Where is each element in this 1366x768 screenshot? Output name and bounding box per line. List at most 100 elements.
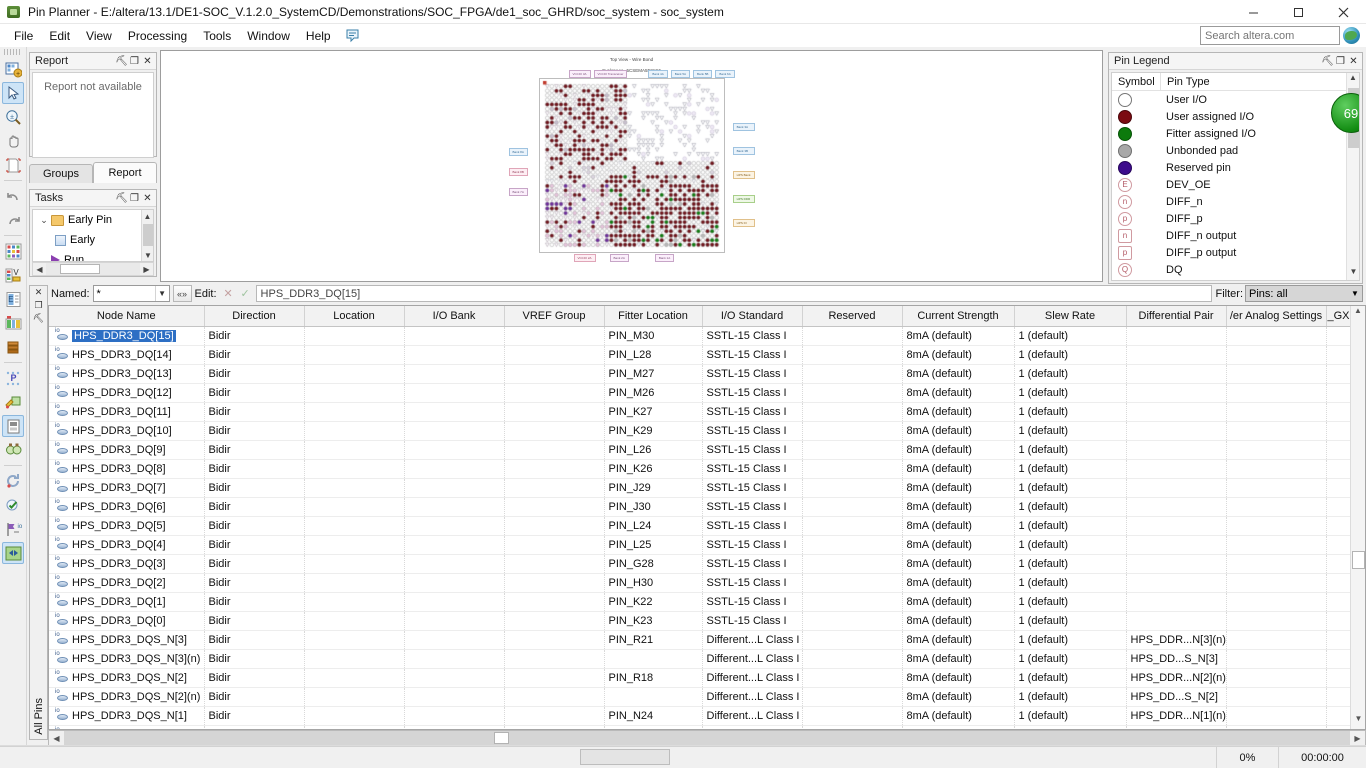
cell-direction[interactable]: Bidir [204, 497, 305, 517]
cell-differential-pair[interactable] [1126, 345, 1227, 365]
col-gxb-vcc[interactable]: _GXB/VCC [1326, 306, 1352, 327]
cell-reserved[interactable] [802, 611, 903, 631]
cell-analog-settings[interactable] [1226, 364, 1327, 384]
cell-io-bank[interactable] [404, 592, 505, 612]
cell-io-standard[interactable]: SSTL-15 Class I [702, 573, 803, 593]
tree-item-run[interactable]: Run [33, 250, 153, 261]
table-row[interactable]: io HPS_DDR3_DQS_N[1] Bidir PIN_N24 Different… [49, 706, 1352, 726]
col-fitter-location[interactable]: Fitter Location [604, 306, 703, 327]
scroll-left-icon[interactable]: ◀ [33, 265, 46, 274]
cell-vref-group[interactable] [504, 345, 605, 365]
cell-io-bank[interactable] [404, 497, 505, 517]
pin-icon[interactable]: ⛏ [115, 55, 128, 68]
edit-input[interactable]: HPS_DDR3_DQ[15] [255, 285, 1212, 302]
cell-differential-pair[interactable] [1126, 611, 1227, 631]
globe-icon[interactable] [1343, 27, 1360, 44]
scroll-down-icon[interactable]: ▼ [1351, 714, 1365, 729]
cell-analog-settings[interactable] [1226, 573, 1327, 593]
tree-item-early-pin[interactable]: ⌄ Early Pin [33, 210, 153, 230]
cell-differential-pair[interactable] [1126, 440, 1227, 460]
cell-location[interactable] [304, 516, 405, 536]
cell-vref-group[interactable] [504, 687, 605, 707]
cell-direction[interactable]: Bidir [204, 554, 305, 574]
cell-current-strength[interactable]: 8mA (default) [902, 440, 1015, 460]
pin-matrix-icon[interactable] [2, 240, 24, 262]
table-row[interactable]: io HPS_DDR3_DQ[4] Bidir PIN_L25 SSTL-15 Clas… [49, 535, 1352, 555]
cell-direction[interactable]: Bidir [204, 383, 305, 403]
cell-analog-settings[interactable] [1226, 706, 1327, 726]
table-row[interactable]: io HPS_DDR3_DQ[2] Bidir PIN_H30 SSTL-15 Clas… [49, 573, 1352, 593]
cell-direction[interactable]: Bidir [204, 440, 305, 460]
close-icon[interactable]: ✕ [35, 286, 43, 299]
cell-io-standard[interactable]: SSTL-15 Class I [702, 554, 803, 574]
cell-gxb-vcc[interactable] [1326, 706, 1352, 726]
cell-reserved[interactable] [802, 364, 903, 384]
cell-slew-rate[interactable]: 1 (default) [1014, 611, 1127, 631]
chevron-down-icon[interactable]: ▼ [154, 286, 169, 301]
menu-processing[interactable]: Processing [120, 26, 195, 46]
cell-current-strength[interactable]: 8mA (default) [902, 554, 1015, 574]
cell-io-bank[interactable] [404, 554, 505, 574]
cell-location[interactable] [304, 573, 405, 593]
cell-slew-rate[interactable]: 1 (default) [1014, 326, 1127, 346]
cell-io-bank[interactable] [404, 402, 505, 422]
cell-slew-rate[interactable]: 1 (default) [1014, 554, 1127, 574]
cell-reserved[interactable] [802, 516, 903, 536]
cell-gxb-vcc[interactable] [1326, 554, 1352, 574]
cell-analog-settings[interactable] [1226, 478, 1327, 498]
cell-analog-settings[interactable] [1226, 649, 1327, 669]
zoom-icon[interactable]: ± [2, 106, 24, 128]
restore-icon[interactable]: ❐ [34, 299, 42, 312]
cell-reserved[interactable] [802, 440, 903, 460]
cell-reserved[interactable] [802, 459, 903, 479]
swap-io-icon[interactable] [2, 542, 24, 564]
cell-slew-rate[interactable]: 1 (default) [1014, 440, 1127, 460]
cell-fitter-location[interactable]: PIN_L25 [604, 535, 703, 555]
cell-fitter-location[interactable] [604, 687, 703, 707]
cell-io-standard[interactable]: SSTL-15 Class I [702, 421, 803, 441]
close-icon[interactable]: ✕ [1347, 55, 1360, 68]
cell-current-strength[interactable]: 8mA (default) [902, 630, 1015, 650]
cell-differential-pair[interactable]: HPS_DD...S_N[3] [1126, 649, 1227, 669]
scroll-left-icon[interactable]: ◀ [49, 734, 64, 743]
cell-gxb-vcc[interactable] [1326, 516, 1352, 536]
cell-analog-settings[interactable] [1226, 516, 1327, 536]
edit-accept-icon[interactable]: ✓ [237, 286, 254, 302]
cell-direction[interactable]: Bidir [204, 326, 305, 346]
cell-io-standard[interactable]: SSTL-15 Class I [702, 326, 803, 346]
scroll-up-icon[interactable]: ▲ [1351, 306, 1365, 321]
cell-io-bank[interactable] [404, 535, 505, 555]
cell-analog-settings[interactable] [1226, 497, 1327, 517]
cell-current-strength[interactable]: 8mA (default) [902, 535, 1015, 555]
cell-analog-settings[interactable] [1226, 440, 1327, 460]
cell-vref-group[interactable] [504, 592, 605, 612]
col-analog-settings[interactable]: /er Analog Settings [1226, 306, 1327, 327]
cell-differential-pair[interactable] [1126, 364, 1227, 384]
table-row[interactable]: io HPS_DDR3_DQ[13] Bidir PIN_M27 SSTL-15 Cla… [49, 364, 1352, 384]
col-current-strength[interactable]: Current Strength [902, 306, 1015, 327]
scroll-thumb[interactable] [60, 264, 100, 274]
restore-icon[interactable]: ❐ [128, 55, 141, 68]
cell-node-name[interactable]: io HPS_DDR3_DQ[1] [49, 592, 205, 612]
fit-page-icon[interactable] [2, 154, 24, 176]
cell-io-bank[interactable] [404, 364, 505, 384]
cell-current-strength[interactable]: 8mA (default) [902, 573, 1015, 593]
cell-node-name[interactable]: io HPS_DDR3_DQ[7] [49, 478, 205, 498]
filter-combo[interactable]: Pins: all ▼ [1245, 285, 1363, 302]
cell-location[interactable] [304, 478, 405, 498]
table-row[interactable]: io HPS_DDR3_DQS_N[2] Bidir PIN_R18 Different… [49, 668, 1352, 688]
cell-io-standard[interactable]: Different...L Class I [702, 630, 803, 650]
scroll-right-icon[interactable]: ▶ [140, 265, 153, 274]
cell-location[interactable] [304, 440, 405, 460]
pin-icon[interactable]: ⛏ [33, 312, 44, 325]
cell-direction[interactable]: Bidir [204, 649, 305, 669]
cell-reserved[interactable] [802, 687, 903, 707]
cell-direction[interactable]: Bidir [204, 573, 305, 593]
tab-report[interactable]: Report [93, 162, 157, 183]
cell-gxb-vcc[interactable] [1326, 440, 1352, 460]
cell-gxb-vcc[interactable] [1326, 478, 1352, 498]
cell-fitter-location[interactable]: PIN_K29 [604, 421, 703, 441]
cell-vref-group[interactable] [504, 440, 605, 460]
note-icon[interactable] [345, 28, 363, 44]
cell-gxb-vcc[interactable] [1326, 459, 1352, 479]
